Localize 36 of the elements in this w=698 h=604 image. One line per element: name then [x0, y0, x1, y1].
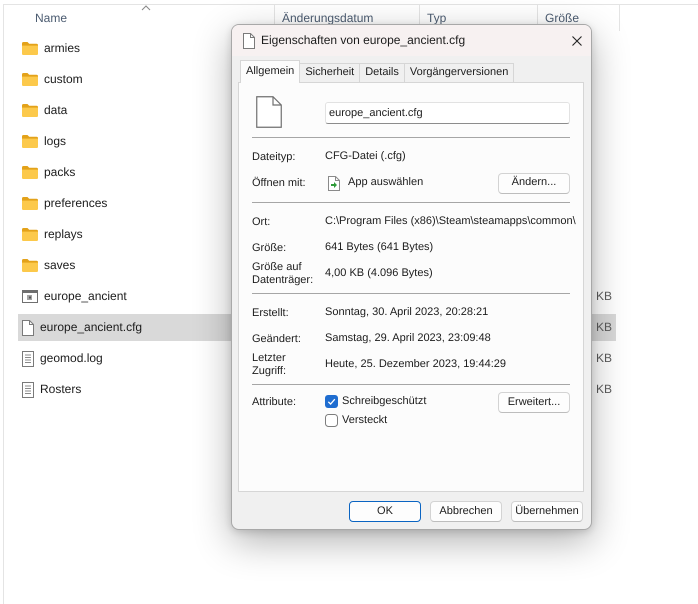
field-label: Attribute: — [252, 395, 298, 409]
file-name: armies — [44, 41, 80, 56]
file-name: replays — [44, 227, 83, 242]
file-name: geomod.log — [40, 351, 103, 366]
file-name: europe_ancient.cfg — [40, 320, 142, 335]
field-label: Größe auf Datenträger: — [252, 261, 314, 287]
field-value: 4,00 KB (4.096 Bytes) — [325, 267, 433, 281]
field-value: C:\Program Files (x86)\Steam\steamapps\common\ — [325, 215, 576, 229]
file-size: KB — [596, 289, 613, 304]
file-name: Rosters — [40, 382, 82, 397]
field-value: App auswählen — [348, 176, 424, 190]
window-title: Eigenschaften von europe_ancient.cfg — [261, 33, 466, 48]
field-label: Öffnen mit: — [252, 176, 307, 190]
file-name: packs — [44, 165, 76, 180]
field-label: Letzter Zugriff: — [252, 352, 288, 378]
field-value: CFG-Datei (.cfg) — [325, 150, 406, 164]
field-label: Dateityp: — [252, 150, 296, 164]
file-name: custom — [44, 72, 83, 87]
file-name: preferences — [44, 196, 108, 211]
field-value: Sonntag, 30. April 2023, 20:28:21 — [325, 306, 488, 320]
field-label: Ort: — [252, 216, 272, 228]
field-label: Geändert: — [252, 332, 302, 346]
file-name: logs — [44, 134, 66, 149]
file-size: KB — [596, 382, 613, 397]
checkbox-label: Schreibgeschützt — [342, 394, 426, 408]
field-label: Größe: — [252, 242, 288, 254]
file-name: data — [44, 103, 68, 118]
field-value: 641 Bytes (641 Bytes) — [325, 241, 434, 255]
field-value: Heute, 25. Dezember 2023, 19:44:29 — [325, 358, 506, 372]
field-value: Samstag, 29. April 2023, 23:09:48 — [325, 332, 491, 346]
field-label: Erstellt: — [252, 306, 290, 320]
checkbox-label: Versteckt — [342, 414, 388, 428]
file-size: KB — [596, 320, 613, 335]
file-name: saves — [44, 258, 76, 273]
file-size: KB — [596, 351, 613, 366]
file-name: europe_ancient — [44, 289, 127, 304]
